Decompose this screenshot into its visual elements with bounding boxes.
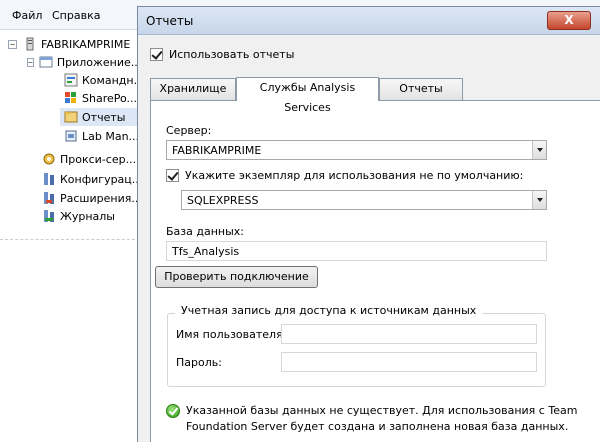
use-reports-checkbox[interactable] — [150, 48, 163, 61]
account-group-title: Учетная запись для доступа к источникам … — [175, 304, 483, 317]
instance-value: SQLEXPRESS — [187, 194, 259, 207]
dialog-title: Отчеты — [146, 14, 194, 28]
tree-item-proxy[interactable]: Прокси-сер... — [42, 150, 140, 168]
menu-help[interactable]: Справка — [52, 9, 100, 22]
tree-item-label: Командн... — [82, 73, 140, 87]
chevron-down-icon[interactable] — [532, 191, 546, 209]
collapse-icon[interactable]: − — [27, 57, 34, 67]
server-label: Сервер: — [166, 124, 212, 137]
status-message-line1: Указанной базы данных не существует. Для… — [186, 404, 578, 417]
instance-checkbox[interactable] — [166, 169, 179, 182]
server-value: FABRIKAMPRIME — [172, 144, 262, 157]
username-label: Имя пользователя: — [176, 328, 287, 341]
instance-check-label: Укажите экземпляр для использования не п… — [185, 169, 524, 182]
database-label: База данных: — [166, 225, 245, 238]
sharepoint-icon — [64, 91, 78, 105]
tree-item-label: Прокси-сер... — [60, 152, 137, 166]
dialog-titlebar[interactable]: Отчеты X — [138, 7, 600, 35]
tree-item-lab-management[interactable]: Lab Man... — [64, 127, 140, 145]
logs-icon — [42, 209, 56, 223]
close-button[interactable]: X — [547, 11, 591, 30]
tree-item-extensions[interactable]: Расширения... — [42, 189, 140, 207]
tree-item-server[interactable]: − FABRIKAMPRIME — [8, 35, 140, 53]
tab-reports[interactable]: Отчеты — [379, 78, 463, 100]
password-label: Пароль: — [176, 356, 222, 369]
tree-item-sharepoint[interactable]: SharePo... — [64, 89, 140, 107]
chevron-down-icon[interactable] — [532, 141, 546, 159]
tree-item-label: Отчеты — [82, 110, 126, 124]
tree-item-label: Конфигурац... — [60, 172, 140, 186]
tree-item-label: Lab Man... — [82, 129, 140, 143]
tree-item-label: Приложение... — [56, 55, 140, 69]
password-input[interactable] — [281, 352, 537, 372]
server-icon — [23, 37, 37, 51]
lab-icon — [64, 129, 78, 143]
tree-item-reports[interactable]: Отчеты — [60, 108, 140, 126]
tree-item-label: Журналы — [60, 209, 115, 223]
database-value: Tfs_Analysis — [172, 245, 240, 258]
tree-item-team[interactable]: Командн... — [64, 71, 140, 89]
tree-item-logs[interactable]: Журналы — [42, 207, 140, 225]
tree-item-label: Расширения... — [60, 191, 140, 205]
proxy-icon — [42, 152, 56, 166]
config-icon — [42, 172, 56, 186]
tree-item-configuration[interactable]: Конфигурац... — [42, 170, 140, 188]
instance-combobox[interactable]: SQLEXPRESS — [181, 190, 547, 210]
collapse-icon[interactable]: − — [8, 39, 17, 49]
status-message-line2: Foundation Server будет создана и заполн… — [186, 420, 569, 433]
database-input[interactable]: Tfs_Analysis — [166, 241, 547, 261]
test-connection-button[interactable]: Проверить подключение — [155, 266, 318, 288]
tree-item-label: FABRIKAMPRIME — [41, 37, 131, 51]
reports-icon — [64, 110, 78, 124]
navigation-tree: − FABRIKAMPRIME − Приложение... Командн.… — [0, 30, 140, 240]
success-check-icon — [166, 404, 180, 418]
username-input[interactable] — [281, 324, 537, 344]
tree-item-application[interactable]: − Приложение... — [27, 53, 140, 71]
extensions-icon — [42, 191, 56, 205]
tree-item-label: SharePo... — [82, 91, 138, 105]
use-reports-label: Использовать отчеты — [169, 48, 295, 61]
application-icon — [39, 55, 53, 69]
tab-analysis-services[interactable]: Службы Analysis Services — [236, 77, 379, 114]
tab-storage[interactable]: Хранилище — [150, 78, 236, 100]
team-icon — [64, 73, 78, 87]
menu-file[interactable]: Файл — [12, 9, 42, 22]
server-combobox[interactable]: FABRIKAMPRIME — [166, 140, 547, 160]
